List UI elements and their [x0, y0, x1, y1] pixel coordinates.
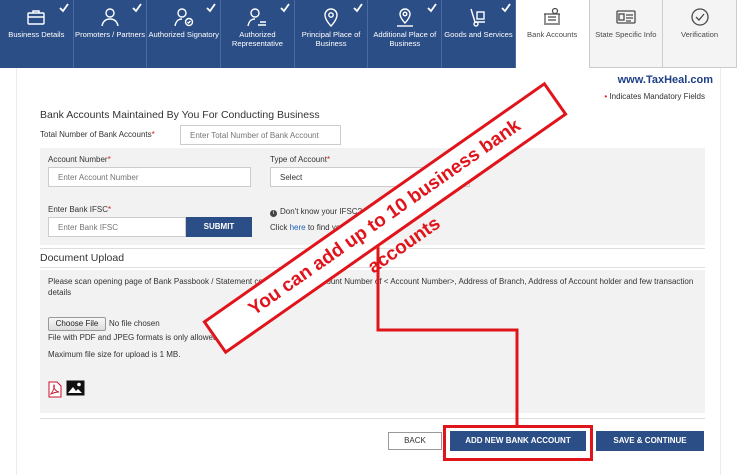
ifsc-help-question: i Don't know your IFSC?: [270, 207, 362, 217]
tab-verification[interactable]: Verification: [663, 0, 737, 68]
info-icon: i: [270, 210, 277, 217]
total-accounts-input[interactable]: [180, 125, 341, 145]
document-upload-title: Document Upload: [40, 252, 125, 264]
tab-promoters-partners[interactable]: Promoters / Partners: [74, 0, 148, 68]
tab-label: Promoters / Partners: [75, 30, 146, 39]
check-icon: [59, 3, 69, 13]
watermark: www.TaxHeal.com: [617, 74, 713, 86]
ifsc-help-question-text: Don't know your IFSC?: [280, 207, 363, 216]
save-continue-button[interactable]: SAVE & CONTINUE: [596, 431, 704, 451]
ifsc-label-text: Enter Bank IFSC: [48, 205, 109, 214]
tab-business-details[interactable]: Business Details: [0, 0, 74, 68]
tab-principal-place[interactable]: Principal Place of Business: [295, 0, 369, 68]
ifsc-help-prefix: Click: [270, 223, 288, 232]
multi-location-icon: [394, 6, 416, 28]
registration-steps-nav: Business Details Promoters / Partners Au…: [0, 0, 737, 68]
hand-truck-icon: [467, 6, 489, 28]
add-button-highlight: [443, 425, 593, 461]
tab-label: Principal Place of Business: [301, 30, 361, 48]
account-type-label-text: Type of Account: [270, 155, 327, 164]
ifsc-input[interactable]: [48, 217, 186, 237]
check-icon: [132, 3, 143, 13]
bank-icon: [541, 6, 563, 28]
tab-bank-accounts[interactable]: Bank Accounts: [515, 0, 590, 68]
ifsc-label: Enter Bank IFSC*: [48, 205, 112, 214]
divider: [40, 418, 705, 419]
account-type-label: Type of Account*: [270, 155, 331, 164]
check-icon: [206, 3, 216, 13]
image-icon: [66, 380, 85, 396]
tab-state-specific-info[interactable]: State Specific Info: [589, 0, 664, 68]
tab-additional-place[interactable]: Additional Place of Business: [368, 0, 443, 68]
briefcase-icon: [25, 6, 47, 28]
tab-label: Bank Accounts: [527, 30, 578, 39]
signatory-icon: [173, 6, 195, 28]
no-file-text: No file chosen: [109, 319, 160, 328]
find-ifsc-link[interactable]: here: [290, 223, 306, 232]
tab-goods-services[interactable]: Goods and Services: [442, 0, 516, 68]
id-card-icon: [615, 6, 637, 28]
choose-file-button[interactable]: Choose File: [48, 317, 106, 331]
tab-label: Business Details: [8, 30, 65, 39]
max-size-note: Maximum file size for upload is 1 MB.: [48, 350, 181, 359]
account-number-label: Account Number*: [48, 155, 111, 164]
upload-instructions: Please scan opening page of Bank Passboo…: [48, 277, 694, 297]
check-icon: [427, 3, 437, 13]
back-button[interactable]: BACK: [388, 432, 442, 450]
tab-label: Goods and Services: [444, 30, 513, 39]
account-type-value: Select: [280, 173, 303, 182]
pdf-icon: [48, 381, 62, 398]
tab-label: Authorized Representative: [231, 30, 283, 48]
account-number-label-text: Account Number: [48, 155, 108, 164]
check-icon: [501, 3, 511, 13]
mandatory-note-text: Indicates Mandatory Fields: [609, 92, 705, 101]
tab-label: State Specific Info: [595, 30, 657, 39]
check-icon: [353, 3, 364, 13]
mandatory-note: • Indicates Mandatory Fields: [604, 92, 705, 101]
location-pin-icon: [320, 6, 342, 28]
account-number-input[interactable]: [48, 167, 251, 187]
person-icon: [99, 6, 121, 28]
total-accounts-label: Total Number of Bank Accounts*: [40, 130, 155, 139]
total-accounts-label-text: Total Number of Bank Accounts: [40, 130, 152, 139]
tab-authorized-signatory[interactable]: Authorized Signatory: [147, 0, 222, 68]
section-title: Bank Accounts Maintained By You For Cond…: [40, 109, 320, 121]
tab-authorized-representative[interactable]: Authorized Representative: [221, 0, 295, 68]
check-icon: [280, 3, 290, 13]
formats-note: File with PDF and JPEG formats is only a…: [48, 333, 220, 342]
ifsc-submit-button[interactable]: SUBMIT: [186, 217, 252, 237]
representative-icon: [246, 6, 268, 28]
tab-label: Additional Place of Business: [373, 30, 437, 48]
tab-label: Authorized Signatory: [148, 30, 219, 39]
tab-label: Verification: [680, 30, 719, 39]
verify-check-icon: [689, 6, 711, 28]
